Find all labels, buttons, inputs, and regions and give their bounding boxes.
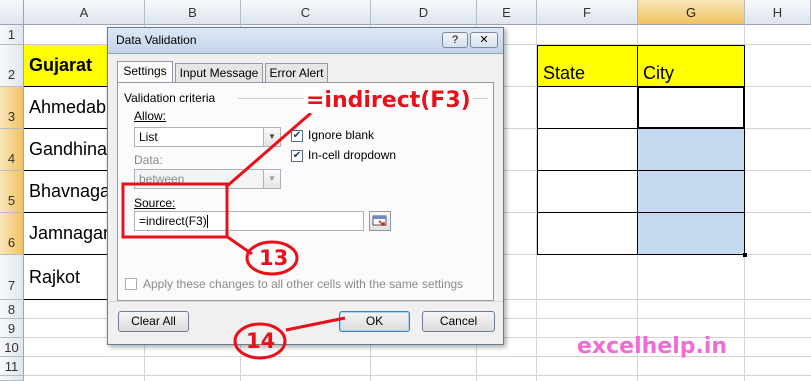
- formula-callout-text: =indirect(F3): [304, 88, 473, 113]
- step-13-label: 13: [259, 246, 289, 270]
- annotation-overlay: [121, 111, 346, 360]
- callout-line-14: [285, 316, 346, 332]
- step-14-label: 14: [246, 329, 276, 353]
- source-highlight-box: [121, 182, 229, 239]
- callout-line-formula: [225, 111, 312, 189]
